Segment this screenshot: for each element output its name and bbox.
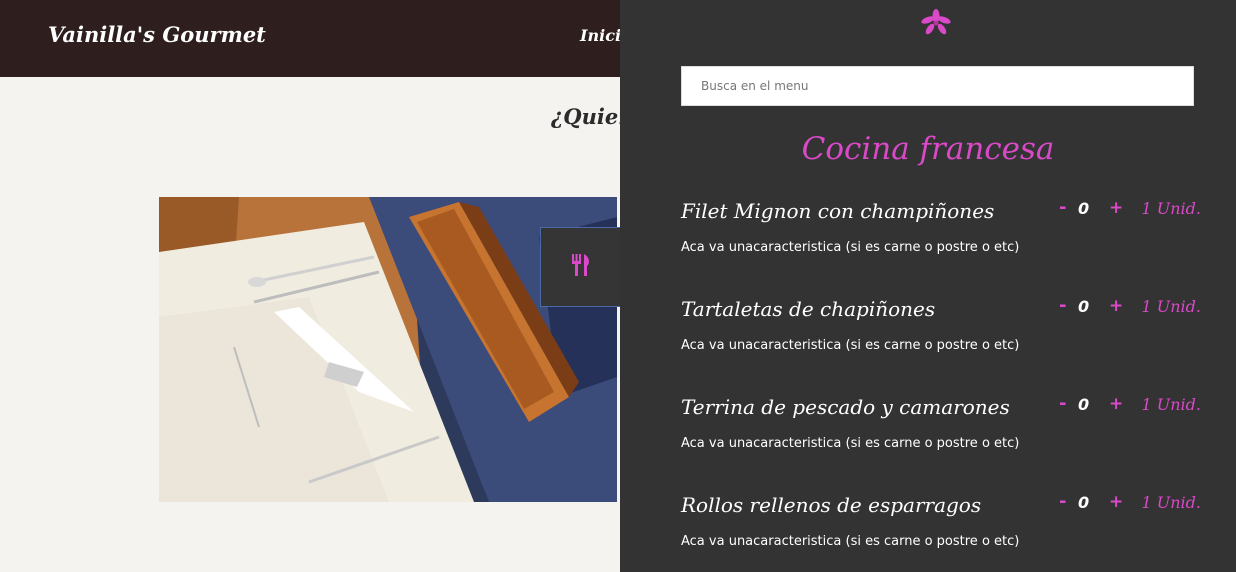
increase-quantity-button[interactable]: + (1109, 394, 1123, 414)
utensils-icon (571, 254, 591, 280)
quantity-stepper: - 0 + 1 Unid. (1051, 197, 1202, 221)
decrease-quantity-button[interactable]: - (1059, 295, 1066, 316)
menu-item: Terrina de pescado y camarones - 0 + 1 U… (681, 393, 1202, 465)
menu-item: Rollos rellenos de esparragos - 0 + 1 Un… (681, 491, 1202, 563)
menu-item-description: Aca va unacaracteristica (si es carne o … (681, 534, 1020, 549)
menu-item-description: Aca va unacaracteristica (si es carne o … (681, 338, 1020, 353)
menu-search-input[interactable] (681, 66, 1194, 106)
increase-quantity-button[interactable]: + (1109, 296, 1123, 316)
menu-item-name: Tartaletas de chapiñones (681, 297, 936, 321)
unit-label: 1 Unid. (1141, 199, 1202, 218)
decrease-quantity-button[interactable]: - (1059, 491, 1066, 512)
menu-item: Filet Mignon con champiñones - 0 + 1 Uni… (681, 197, 1202, 269)
menu-item-name: Filet Mignon con champiñones (681, 199, 995, 223)
decrease-quantity-button[interactable]: - (1059, 197, 1066, 218)
menu-item-name: Terrina de pescado y camarones (681, 395, 1010, 419)
brand-logo-text[interactable]: Vainilla's Gourmet (48, 22, 266, 47)
increase-quantity-button[interactable]: + (1109, 198, 1123, 218)
quantity-value: 0 (1078, 395, 1090, 414)
quantity-stepper: - 0 + 1 Unid. (1051, 393, 1202, 417)
decrease-quantity-button[interactable]: - (1059, 393, 1066, 414)
menu-side-panel: Cocina francesa Filet Mignon con champiñ… (620, 0, 1236, 572)
unit-label: 1 Unid. (1141, 395, 1202, 414)
menu-section-title: Cocina francesa (801, 131, 1055, 167)
menu-item-description: Aca va unacaracteristica (si es carne o … (681, 436, 1020, 451)
quantity-stepper: - 0 + 1 Unid. (1051, 491, 1202, 515)
unit-label: 1 Unid. (1141, 297, 1202, 316)
menu-item-description: Aca va unacaracteristica (si es carne o … (681, 240, 1020, 255)
quantity-value: 0 (1078, 199, 1090, 218)
quantity-value: 0 (1078, 297, 1090, 316)
increase-quantity-button[interactable]: + (1109, 492, 1123, 512)
quantity-value: 0 (1078, 493, 1090, 512)
quantity-stepper: - 0 + 1 Unid. (1051, 295, 1202, 319)
menu-toggle-tab[interactable] (540, 227, 620, 307)
menu-item: Tartaletas de chapiñones - 0 + 1 Unid. A… (681, 295, 1202, 367)
unit-label: 1 Unid. (1141, 493, 1202, 512)
orchid-flower-icon (921, 9, 951, 37)
menu-item-name: Rollos rellenos de esparragos (681, 493, 982, 517)
